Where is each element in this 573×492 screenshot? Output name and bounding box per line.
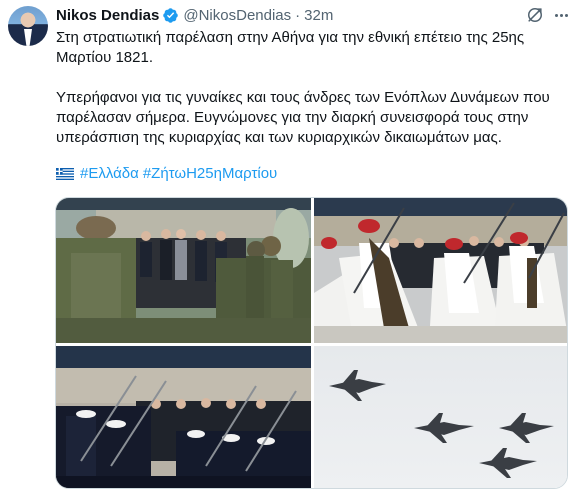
photo-fighter-jets[interactable] [314, 346, 567, 488]
verified-badge-icon [163, 7, 179, 23]
hashtag-ellada[interactable]: #Ελλάδα [80, 164, 139, 184]
timestamp[interactable]: 32m [304, 7, 333, 24]
tweet-paragraph-1: Στη στρατιωτική παρέλαση στην Αθήνα για … [56, 29, 525, 66]
separator-dot: · [295, 6, 301, 24]
photo-soldiers-camouflage[interactable] [56, 198, 311, 343]
avatar[interactable] [8, 6, 48, 46]
author-handle[interactable]: @NikosDendias [183, 7, 291, 24]
tweet-header: Nikos Dendias @NikosDendias · 32m [56, 5, 333, 25]
media-grid [55, 197, 568, 489]
tweet-text: Στη στρατιωτική παρέλαση στην Αθήνα για … [56, 28, 566, 148]
tweet-paragraph-2: Υπερήφανοι για τις γυναίκες και τους άνδ… [56, 89, 550, 146]
greek-flag-icon [56, 168, 74, 180]
more-icon[interactable] [551, 5, 571, 25]
author-name[interactable]: Nikos Dendias [56, 7, 159, 24]
photo-evzones-parade[interactable] [314, 198, 567, 343]
grok-icon[interactable] [525, 5, 545, 25]
hashtag-zito-25-martiou[interactable]: #ΖήτωΗ25ηΜαρτίου [143, 164, 277, 184]
photo-navy-march[interactable] [56, 346, 311, 488]
hashtag-row: #Ελλάδα #ΖήτωΗ25ηΜαρτίου [56, 164, 281, 184]
